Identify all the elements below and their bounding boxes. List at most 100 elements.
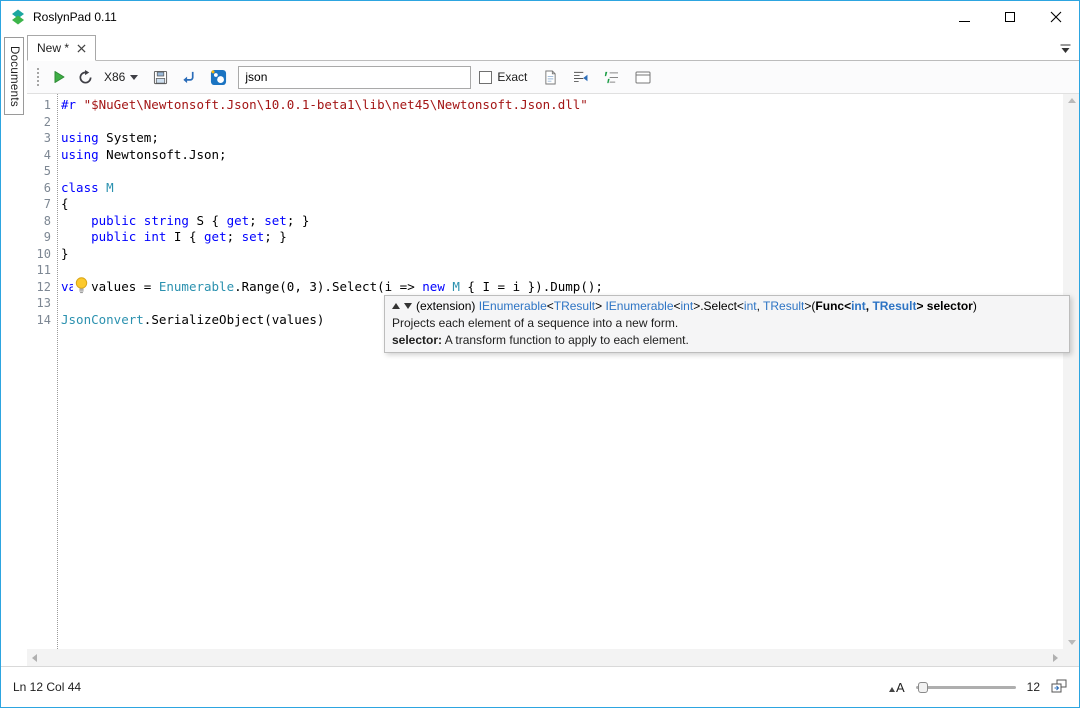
return-arrow-icon: [183, 71, 194, 83]
chevron-down-icon: [130, 74, 139, 80]
toolbar: X86 Exact: [27, 61, 1079, 94]
vertical-scrollbar[interactable]: [1063, 94, 1079, 649]
code-line[interactable]: 12var values = Enumerable.Range(0, 3).Se…: [27, 279, 1063, 296]
minimize-button[interactable]: [941, 1, 987, 33]
line-number: 2: [43, 114, 51, 129]
exact-checkbox[interactable]: [479, 70, 493, 84]
roslynpad-logo-icon: [10, 9, 26, 25]
code-line[interactable]: 7{: [27, 196, 1063, 213]
line-number: 13: [36, 296, 51, 310]
line-number: 4: [43, 147, 51, 162]
code-line[interactable]: 1 #r "$NuGet\Newtonsoft.Json\10.0.1-beta1…: [27, 97, 1063, 114]
comment-code-button[interactable]: [602, 69, 621, 86]
toolbar-grip[interactable]: [37, 68, 40, 86]
tab-bar: New *: [27, 35, 1079, 61]
window-title: RoslynPad 0.11: [33, 10, 117, 24]
document-list-dropdown-icon[interactable]: [1060, 43, 1071, 57]
signature-help-tooltip: (extension) IEnumerable<TResult> IEnumer…: [384, 295, 1070, 353]
save-icon: [154, 70, 168, 84]
tab-new[interactable]: New *: [27, 35, 97, 61]
nuget-button[interactable]: [208, 67, 229, 88]
status-bar: Ln 12 Col 44 A 12: [1, 666, 1079, 707]
code-line[interactable]: 5: [27, 163, 1063, 180]
gutter-separator: [57, 94, 58, 649]
close-icon: [1050, 11, 1062, 23]
previous-overload-icon[interactable]: [392, 303, 400, 309]
horizontal-scrollbar[interactable]: [27, 649, 1063, 666]
maximize-button[interactable]: [987, 1, 1033, 33]
window-controls: [941, 1, 1079, 33]
font-size-slider[interactable]: [915, 680, 1016, 694]
code-editor[interactable]: 1 #r "$NuGet\Newtonsoft.Json\10.0.1-beta1…: [27, 94, 1063, 649]
play-icon: [54, 71, 65, 83]
documents-sidebar: Documents: [1, 33, 27, 666]
editor-tools-group: [542, 68, 653, 87]
scroll-up-icon[interactable]: [1067, 98, 1076, 103]
minimize-icon: [958, 20, 970, 22]
save-button[interactable]: [151, 68, 170, 87]
line-number: 8: [43, 213, 51, 228]
tab-label: New *: [37, 41, 70, 55]
format-document-button[interactable]: [542, 68, 559, 87]
scroll-left-icon[interactable]: [32, 653, 37, 662]
document-icon: [545, 70, 556, 84]
code-line[interactable]: 11: [27, 262, 1063, 279]
nuget-icon: [211, 69, 227, 85]
code-line[interactable]: 9 public int I { get; set; }: [27, 229, 1063, 246]
tooltip-parameter-desc: A transform function to apply to each el…: [442, 333, 689, 347]
results-panel-button[interactable]: [633, 69, 653, 86]
line-number: 5: [43, 164, 51, 178]
line-number: 11: [36, 263, 51, 277]
scroll-down-icon[interactable]: [1067, 640, 1076, 645]
restart-icon: [79, 69, 92, 83]
float-window-icon[interactable]: [1051, 679, 1067, 696]
maximize-icon: [1005, 12, 1015, 22]
code-line[interactable]: 10}: [27, 246, 1063, 263]
code-line[interactable]: 6 class M: [27, 180, 1063, 197]
scroll-right-icon[interactable]: [1053, 653, 1058, 662]
font-size-value: 12: [1026, 680, 1040, 694]
tooltip-parameter-name: selector:: [392, 333, 443, 347]
slider-track[interactable]: [915, 685, 1016, 689]
tooltip-parameter: selector: A transform function to apply …: [392, 333, 1062, 347]
roslynpad-window: RoslynPad 0.11 Documents New * X86 json …: [0, 0, 1080, 708]
code-lines: 1 #r "$NuGet\Newtonsoft.Json\10.0.1-beta1…: [27, 97, 1063, 328]
code-line[interactable]: 8 public string S { get; set; }: [27, 213, 1063, 230]
nuget-search-input[interactable]: [239, 66, 471, 88]
line-number: 9: [43, 230, 51, 244]
documents-panel-tab[interactable]: Documents: [4, 37, 24, 115]
tab-close-icon[interactable]: [77, 43, 86, 53]
platform-label: X86: [104, 70, 126, 84]
scrollbar-corner: [1063, 649, 1079, 666]
window-panel-icon: [635, 71, 651, 83]
restart-host-button[interactable]: [76, 68, 95, 87]
code-line[interactable]: 4 using Newtonsoft.Json;: [27, 147, 1063, 164]
next-overload-icon[interactable]: [404, 303, 412, 309]
documents-label: Documents: [8, 45, 20, 107]
format-lines-icon: [574, 71, 588, 82]
nuget-search-box: [238, 65, 472, 89]
open-result-button[interactable]: [179, 68, 198, 87]
code-line[interactable]: 2: [27, 114, 1063, 131]
line-number: 10: [36, 246, 51, 261]
line-number: 1: [43, 98, 51, 112]
line-number: 14: [36, 312, 51, 327]
line-number: 3: [43, 131, 51, 145]
line-number: 6: [43, 180, 51, 195]
caret-position: Ln 12 Col 44: [13, 680, 82, 694]
run-button[interactable]: [50, 68, 68, 86]
exact-match-option[interactable]: Exact: [479, 70, 527, 84]
line-number: 12: [36, 279, 51, 294]
line-number: 7: [43, 197, 51, 211]
close-button[interactable]: [1033, 1, 1079, 33]
exact-label: Exact: [497, 70, 528, 84]
slider-thumb[interactable]: [917, 681, 928, 693]
platform-dropdown[interactable]: X86: [104, 70, 139, 84]
tooltip-signature: (extension) IEnumerable<TResult> IEnumer…: [416, 299, 977, 313]
font-size-icon[interactable]: A: [888, 680, 905, 695]
format-lines-button[interactable]: [571, 69, 590, 86]
title-bar: RoslynPad 0.11: [1, 1, 1079, 33]
lightbulb-icon[interactable]: [73, 277, 90, 295]
tooltip-description: Projects each element of a sequence into…: [392, 316, 679, 330]
code-line[interactable]: 3 using System;: [27, 130, 1063, 147]
